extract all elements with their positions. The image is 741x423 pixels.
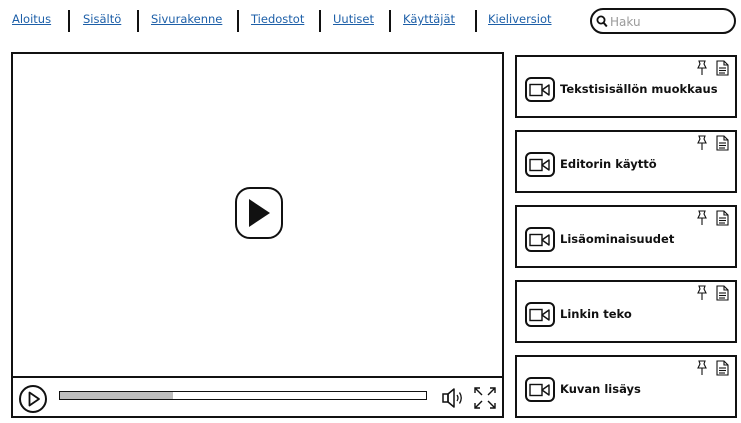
playlist-item[interactable]: Kuvan lisäys [515,355,737,418]
nav-separator [475,10,477,32]
playlist-item[interactable]: Editorin käyttö [515,130,737,193]
video-camera-icon [525,227,555,252]
nav-link-uutiset[interactable]: Uutiset [333,12,374,26]
search-box[interactable] [590,8,736,34]
video-camera-icon [525,302,555,327]
progress-bar[interactable] [59,391,427,400]
nav-link-tiedostot[interactable]: Tiedostot [251,12,304,26]
pin-icon[interactable] [695,360,709,376]
search-icon [596,15,608,28]
playlist-item-title: Linkin teko [560,307,632,321]
nav-separator [137,10,139,32]
volume-icon[interactable] [441,386,467,410]
nav-link-aloitus[interactable]: Aloitus [12,12,51,26]
document-icon[interactable] [716,135,729,151]
document-icon[interactable] [716,60,729,76]
nav-link-kayttajat[interactable]: Käyttäjät [403,12,455,26]
video-camera-icon [525,377,555,402]
fullscreen-icon[interactable] [472,385,498,411]
progress-fill [60,392,174,399]
pin-icon[interactable] [695,135,709,151]
video-camera-icon [525,77,555,102]
video-player[interactable] [11,52,504,418]
document-icon[interactable] [716,285,729,301]
play-icon[interactable] [17,383,49,415]
playlist-item-title: Editorin käyttö [560,157,657,171]
pin-icon[interactable] [695,60,709,76]
nav-separator [389,10,391,32]
playlist-item-title: Kuvan lisäys [560,382,641,396]
nav-link-sisalto[interactable]: Sisältö [83,12,121,26]
playlist-item-title: Tekstisisällön muokkaus [560,82,718,96]
big-play-button[interactable] [235,187,283,239]
nav-link-sivurakenne[interactable]: Sivurakenne [151,12,222,26]
nav-link-kieliversiot[interactable]: Kieliversiot [488,12,552,26]
playlist-item[interactable]: Lisäominaisuudet [515,205,737,268]
nav-separator [237,10,239,32]
playlist-item[interactable]: Tekstisisällön muokkaus [515,55,737,118]
top-navigation: Aloitus Sisältö Sivurakenne Tiedostot Uu… [0,0,741,44]
pin-icon[interactable] [695,210,709,226]
play-icon [249,199,270,227]
playlist-item-title: Lisäominaisuudet [560,232,675,246]
search-input[interactable] [610,13,728,30]
pin-icon[interactable] [695,285,709,301]
video-camera-icon [525,152,555,177]
playlist-item[interactable]: Linkin teko [515,280,737,343]
nav-separator [68,10,70,32]
player-controls [13,376,502,418]
document-icon[interactable] [716,210,729,226]
document-icon[interactable] [716,360,729,376]
nav-separator [319,10,321,32]
